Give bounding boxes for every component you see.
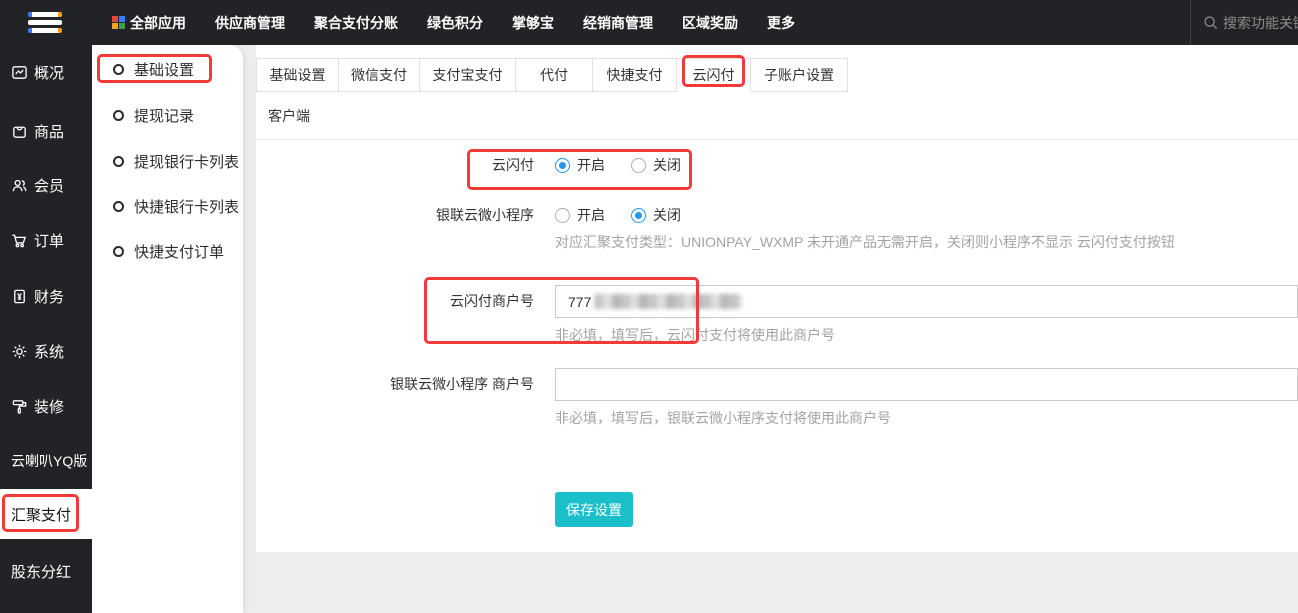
finance-icon	[14, 289, 25, 303]
tab-unionpay-yunshanfu[interactable]: 云闪付	[677, 58, 751, 92]
submenu-item-quick-orders[interactable]: 快捷支付订单	[92, 236, 243, 266]
search-input[interactable]: 搜索功能关键词	[1190, 0, 1298, 45]
circle-bullet-icon	[113, 109, 124, 121]
hamburger-menu-icon[interactable]	[28, 12, 62, 33]
apps-grid-icon	[112, 16, 125, 29]
tab-quick-pay[interactable]: 快捷支付	[593, 58, 677, 92]
form-row-miniapp-merchant-id: 银联云微小程序 商户号 非必填，填写后，银联云微小程序支付将使用此商户号	[256, 368, 1298, 428]
merchant-id-input[interactable]: 777	[555, 285, 1298, 318]
tab-subaccount-settings[interactable]: 子账户设置	[751, 58, 848, 92]
system-gear-icon	[12, 344, 27, 358]
field-help-text: 非必填，填写后，银联云微小程序支付将使用此商户号	[555, 410, 891, 426]
redacted-value-blur	[594, 294, 743, 309]
miniapp-merchant-id-input[interactable]	[555, 368, 1298, 401]
submenu-item-quick-cards[interactable]: 快捷银行卡列表	[92, 191, 243, 221]
orders-icon	[12, 234, 27, 247]
tab-alipay[interactable]: 支付宝支付	[420, 58, 516, 92]
submenu-item-withdraw-records[interactable]: 提现记录	[92, 100, 243, 130]
sidebar-item-decorate[interactable]: 装修	[0, 381, 92, 431]
circle-bullet-icon	[113, 200, 124, 212]
top-bar: 全部应用 供应商管理 聚合支付分账 绿色积分 掌够宝 经销商管理 区域奖励 更多…	[0, 0, 1298, 45]
top-nav: 全部应用 供应商管理 聚合支付分账 绿色积分 掌够宝 经销商管理 区域奖励 更多	[112, 0, 795, 45]
settings-card: 基础设置 微信支付 支付宝支付 代付 快捷支付 云闪付 子账户设置 客户端 云闪…	[256, 45, 1298, 552]
payment-tabs: 基础设置 微信支付 支付宝支付 代付 快捷支付 云闪付 子账户设置	[256, 58, 848, 92]
search-icon	[1204, 16, 1218, 30]
circle-bullet-icon	[113, 245, 124, 257]
tab-daifu[interactable]: 代付	[516, 58, 593, 92]
sidebar-item-yunlaba[interactable]: 云喇叭YQ版	[0, 436, 92, 486]
topnav-pay-split[interactable]: 聚合支付分账	[314, 13, 398, 33]
radio-option-off[interactable]: 关闭	[631, 205, 681, 225]
search-placeholder: 搜索功能关键词	[1223, 14, 1298, 31]
submenu-item-basic-settings[interactable]: 基础设置	[92, 54, 243, 84]
field-label: 云闪付商户号	[450, 293, 534, 309]
field-label: 云闪付	[492, 157, 534, 173]
main-area: 基础设置 微信支付 支付宝支付 代付 快捷支付 云闪付 子账户设置 客户端 云闪…	[243, 45, 1298, 613]
radio-option-off[interactable]: 关闭	[631, 155, 681, 175]
input-value: 777	[568, 293, 592, 310]
form-row-yunshanfu-switch: 云闪付 开启 关闭	[256, 155, 1298, 175]
subtab-client[interactable]: 客户端	[268, 106, 310, 126]
topnav-supplier[interactable]: 供应商管理	[215, 13, 285, 33]
topnav-dealer[interactable]: 经销商管理	[583, 13, 653, 33]
circle-bullet-icon	[113, 155, 124, 167]
radio-selected-icon[interactable]	[555, 157, 570, 173]
sidebar-item-finance[interactable]: 财务	[0, 271, 92, 321]
sidebar-item-huiju-pay[interactable]: 汇聚支付	[0, 489, 92, 539]
members-icon	[12, 179, 27, 191]
tab-basic-settings[interactable]: 基础设置	[256, 58, 339, 92]
topnav-all-apps[interactable]: 全部应用	[112, 13, 186, 33]
radio-option-on[interactable]: 开启	[555, 155, 605, 175]
secondary-sidebar: 基础设置 提现记录 提现银行卡列表 快捷银行卡列表 快捷支付订单	[92, 45, 243, 613]
field-help-text: 非必填，填写后，云闪付支付将使用此商户号	[555, 327, 835, 343]
topnav-region-reward[interactable]: 区域奖励	[682, 13, 738, 33]
subtab-row: 客户端	[256, 92, 1298, 140]
field-label: 银联云微小程序	[436, 207, 534, 223]
tab-wechat-pay[interactable]: 微信支付	[339, 58, 420, 92]
left-sidebar: 概况 商品 会员 订单 财务 系统 装修 云喇叭YQ版 汇聚支付 股东分红	[0, 45, 92, 613]
sidebar-item-overview[interactable]: 概况	[0, 47, 92, 97]
paint-roller-icon	[12, 399, 27, 414]
form-row-yunshanfu-merchant-id: 云闪付商户号 777 非必填，填写后，云闪付支付将使用此商户号	[256, 285, 1298, 345]
sidebar-item-system[interactable]: 系统	[0, 326, 92, 376]
circle-bullet-icon	[113, 63, 124, 75]
topnav-zhanggoubao[interactable]: 掌够宝	[512, 13, 554, 33]
overview-icon	[12, 65, 27, 79]
topnav-green-points[interactable]: 绿色积分	[427, 13, 483, 33]
sidebar-item-orders[interactable]: 订单	[0, 215, 92, 265]
topnav-label: 全部应用	[130, 14, 186, 31]
radio-unselected-icon[interactable]	[631, 157, 646, 173]
radio-unselected-icon[interactable]	[555, 207, 570, 223]
submenu-item-withdraw-cards[interactable]: 提现银行卡列表	[92, 146, 243, 176]
sidebar-item-goods[interactable]: 商品	[0, 106, 92, 156]
sidebar-item-shareholder[interactable]: 股东分红	[0, 546, 92, 596]
topnav-more[interactable]: 更多	[767, 13, 795, 33]
radio-selected-icon[interactable]	[631, 207, 646, 223]
radio-option-on[interactable]: 开启	[555, 205, 605, 225]
sidebar-item-members[interactable]: 会员	[0, 160, 92, 210]
goods-icon	[13, 126, 26, 138]
field-label: 银联云微小程序 商户号	[390, 376, 534, 392]
field-help-text: 对应汇聚支付类型：UNIONPAY_WXMP 未开通产品无需开启，关闭则小程序不…	[555, 234, 1175, 250]
form-row-unionpay-miniapp-switch: 银联云微小程序 开启 关闭 对应汇聚支付类型：UNIONPAY_WXMP 未开通…	[256, 205, 1298, 252]
save-settings-button[interactable]: 保存设置	[555, 492, 633, 527]
